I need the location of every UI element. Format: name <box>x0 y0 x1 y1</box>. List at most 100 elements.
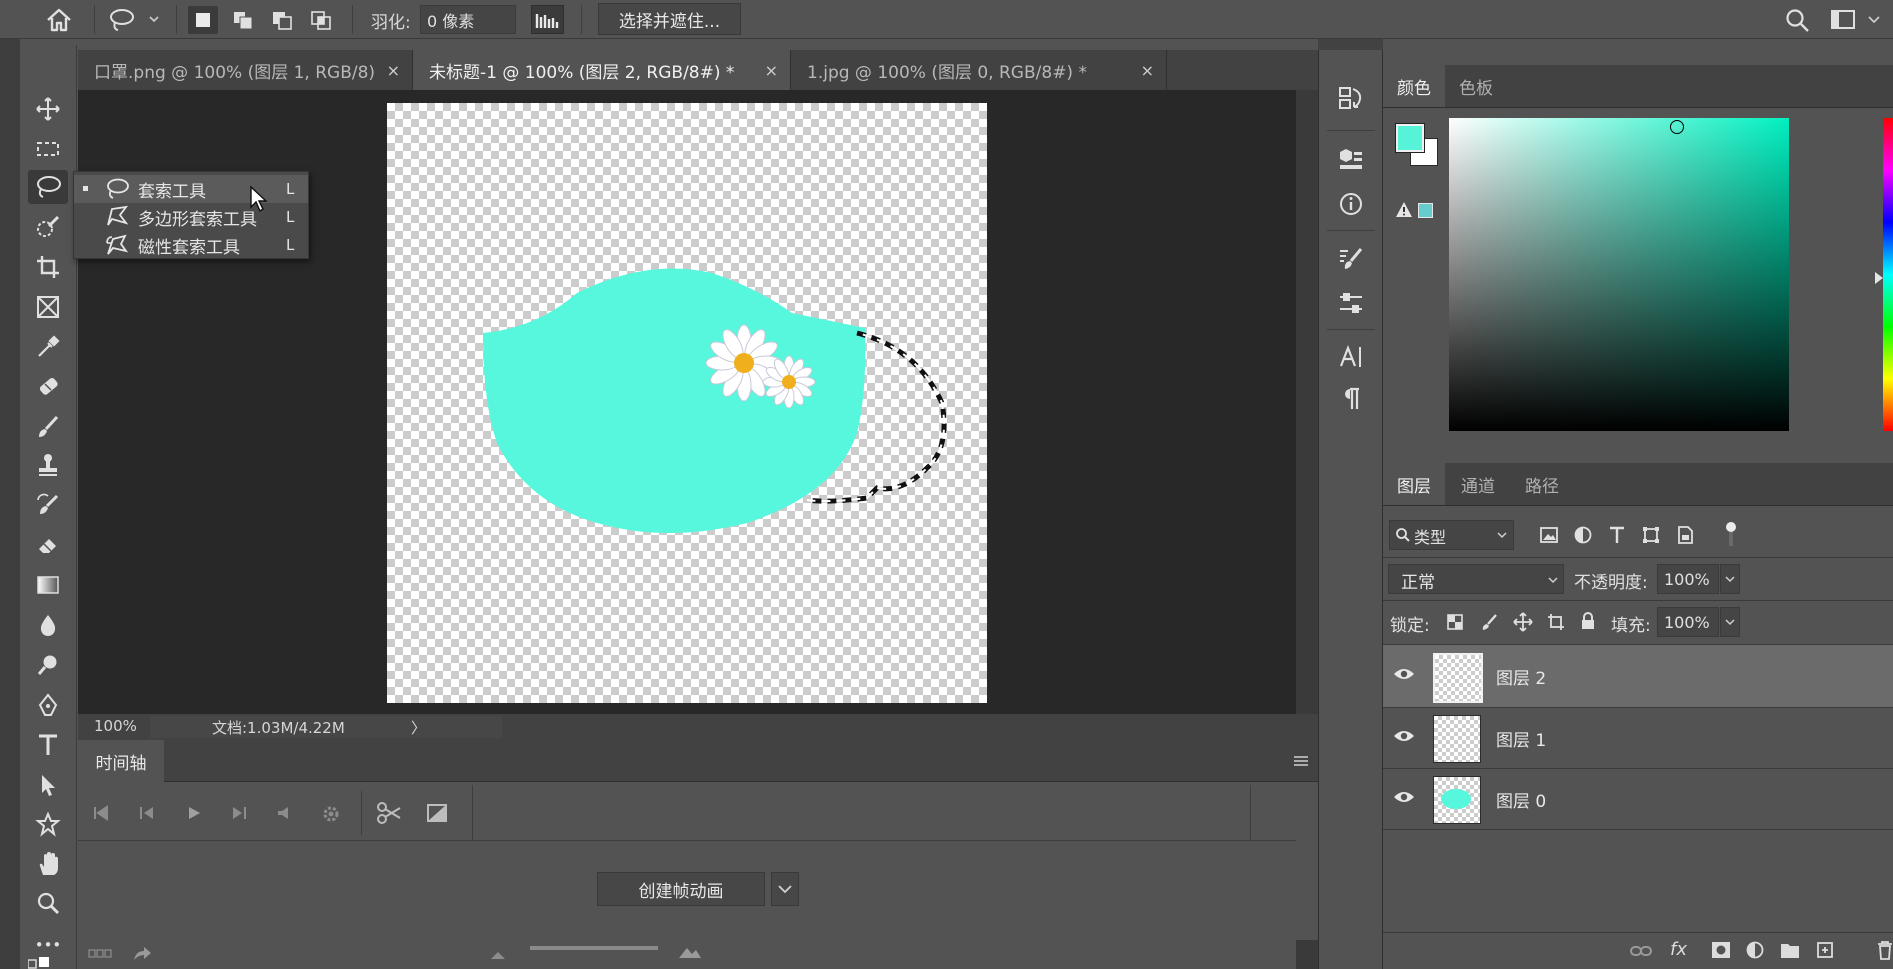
first-frame-icon[interactable] <box>92 805 110 821</box>
filter-toggle-icon[interactable] <box>1724 521 1738 549</box>
lock-transparent-icon[interactable] <box>1446 613 1464 631</box>
layer-row-0[interactable]: 图层 0 <box>1383 768 1893 830</box>
timeline-horizontal-scrollbar[interactable] <box>1296 940 1318 969</box>
add-mask-icon[interactable] <box>1711 941 1731 959</box>
opacity-input[interactable]: 100% <box>1657 564 1719 594</box>
path-selection-tool-icon[interactable] <box>28 768 68 802</box>
flyout-item-polygonal-lasso[interactable]: 多边形套索工具 L <box>74 203 308 231</box>
adjustments-icon[interactable] <box>1338 290 1364 316</box>
new-group-icon[interactable] <box>1780 941 1800 959</box>
pixel-layer-filter-icon[interactable] <box>1539 525 1559 545</box>
workspace-icon[interactable] <box>1829 8 1859 32</box>
type-layer-filter-icon[interactable] <box>1607 525 1627 545</box>
fill-dropdown[interactable] <box>1720 607 1740 637</box>
gear-icon[interactable] <box>322 805 340 823</box>
hand-tool-icon[interactable] <box>28 847 68 881</box>
paragraph-icon[interactable] <box>1338 386 1364 412</box>
tab-1-jpg[interactable]: 1.jpg @ 100% (图层 0, RGB/8#) * × <box>791 50 1167 90</box>
document-canvas[interactable] <box>387 103 987 703</box>
smart-object-filter-icon[interactable] <box>1675 525 1695 545</box>
timeline-vertical-scrollbar[interactable] <box>1296 840 1318 940</box>
home-icon[interactable] <box>44 7 74 33</box>
lasso-preset-icon[interactable] <box>108 7 164 33</box>
tab-layers[interactable]: 图层 <box>1383 463 1445 505</box>
close-icon[interactable]: × <box>387 61 400 80</box>
eraser-tool-icon[interactable] <box>28 528 68 562</box>
layer-row-1[interactable]: 图层 1 <box>1383 707 1893 769</box>
anti-alias-icon[interactable] <box>531 5 564 34</box>
canvas-vertical-scrollbar[interactable] <box>1296 90 1318 714</box>
tab-timeline[interactable]: 时间轴 <box>78 740 164 782</box>
lock-artboard-icon[interactable] <box>1546 612 1566 632</box>
zoom-tool-icon[interactable] <box>28 886 68 920</box>
history-icon[interactable] <box>1338 85 1364 111</box>
eye-icon[interactable] <box>1393 789 1415 805</box>
opacity-dropdown[interactable] <box>1720 564 1740 594</box>
new-selection-icon[interactable] <box>188 6 218 34</box>
transition-icon[interactable] <box>426 803 448 823</box>
hue-slider-handle[interactable] <box>1873 272 1883 284</box>
new-layer-icon[interactable] <box>1815 940 1835 960</box>
fill-input[interactable]: 100% <box>1657 607 1719 637</box>
character-icon[interactable] <box>1338 344 1364 370</box>
pen-tool-icon[interactable] <box>28 688 68 722</box>
zoom-in-mountain-icon[interactable] <box>678 945 702 959</box>
layer-row-2[interactable]: 图层 2 <box>1383 645 1893 708</box>
3d-icon[interactable] <box>1338 146 1364 172</box>
frame-tool-icon[interactable] <box>28 290 68 324</box>
tab-paths[interactable]: 路径 <box>1511 463 1573 505</box>
lock-image-icon[interactable] <box>1480 613 1498 631</box>
feather-input[interactable]: 0 像素 <box>420 5 516 34</box>
tab-mask-png[interactable]: 口罩.png @ 100% (图层 1, RGB/8) × <box>78 50 413 90</box>
animation-type-dropdown[interactable] <box>771 872 799 906</box>
render-video-icon[interactable] <box>132 946 152 962</box>
layer-filter-dropdown[interactable]: 类型 <box>1389 520 1514 550</box>
search-icon[interactable] <box>1784 7 1812 33</box>
brush-settings-icon[interactable] <box>1338 246 1364 272</box>
quick-selection-tool-icon[interactable] <box>28 210 68 244</box>
flyout-item-lasso[interactable]: 套索工具 L <box>74 175 308 203</box>
play-icon[interactable] <box>185 805 203 821</box>
new-adjustment-layer-icon[interactable] <box>1745 940 1765 960</box>
gradient-tool-icon[interactable] <box>28 568 68 602</box>
crop-tool-icon[interactable] <box>28 250 68 284</box>
healing-brush-tool-icon[interactable] <box>28 370 68 404</box>
panel-menu-icon[interactable] <box>1292 754 1310 768</box>
custom-shape-tool-icon[interactable] <box>28 807 68 841</box>
previous-frame-icon[interactable] <box>138 805 156 821</box>
status-menu-arrow[interactable]: 〉 <box>411 717 426 738</box>
tab-color[interactable]: 颜色 <box>1383 65 1445 107</box>
color-swatches-icon[interactable] <box>28 957 52 969</box>
create-frame-animation-button[interactable]: 创建帧动画 <box>597 872 765 906</box>
tab-swatches[interactable]: 色板 <box>1445 65 1507 107</box>
close-icon[interactable]: × <box>1141 61 1154 80</box>
zoom-out-mountain-icon[interactable] <box>490 950 506 960</box>
adjustment-layer-filter-icon[interactable] <box>1573 525 1593 545</box>
tab-channels[interactable]: 通道 <box>1447 463 1509 505</box>
move-tool-icon[interactable] <box>28 92 68 126</box>
web-safe-color-swatch[interactable] <box>1418 203 1433 218</box>
eyedropper-tool-icon[interactable] <box>28 330 68 364</box>
dodge-tool-icon[interactable] <box>28 648 68 682</box>
lock-all-icon[interactable] <box>1579 611 1597 631</box>
select-and-mask-button[interactable]: 选择并遮住... <box>598 3 741 35</box>
subtract-selection-icon[interactable] <box>267 6 297 34</box>
add-to-selection-icon[interactable] <box>228 6 258 34</box>
info-icon[interactable] <box>1338 191 1364 217</box>
foreground-color-swatch[interactable] <box>1396 124 1424 152</box>
close-icon[interactable]: × <box>765 61 778 80</box>
blend-mode-dropdown[interactable]: 正常 <box>1388 564 1564 594</box>
blur-tool-icon[interactable] <box>28 608 68 642</box>
flyout-item-magnetic-lasso[interactable]: 磁性套索工具 L <box>74 231 308 259</box>
intersect-selection-icon[interactable] <box>306 6 336 34</box>
hue-slider[interactable] <box>1883 118 1893 431</box>
type-tool-icon[interactable] <box>28 728 68 762</box>
scissors-icon[interactable] <box>376 801 402 825</box>
fx-icon[interactable]: fx <box>1670 939 1687 960</box>
link-layers-icon[interactable] <box>1629 942 1653 960</box>
convert-timeline-icon[interactable] <box>88 949 114 959</box>
shape-layer-filter-icon[interactable] <box>1641 525 1661 545</box>
brush-tool-icon[interactable] <box>28 410 68 444</box>
tab-untitled-1[interactable]: 未标题-1 @ 100% (图层 2, RGB/8#) * × <box>413 50 791 90</box>
marquee-tool-icon[interactable] <box>28 132 68 166</box>
